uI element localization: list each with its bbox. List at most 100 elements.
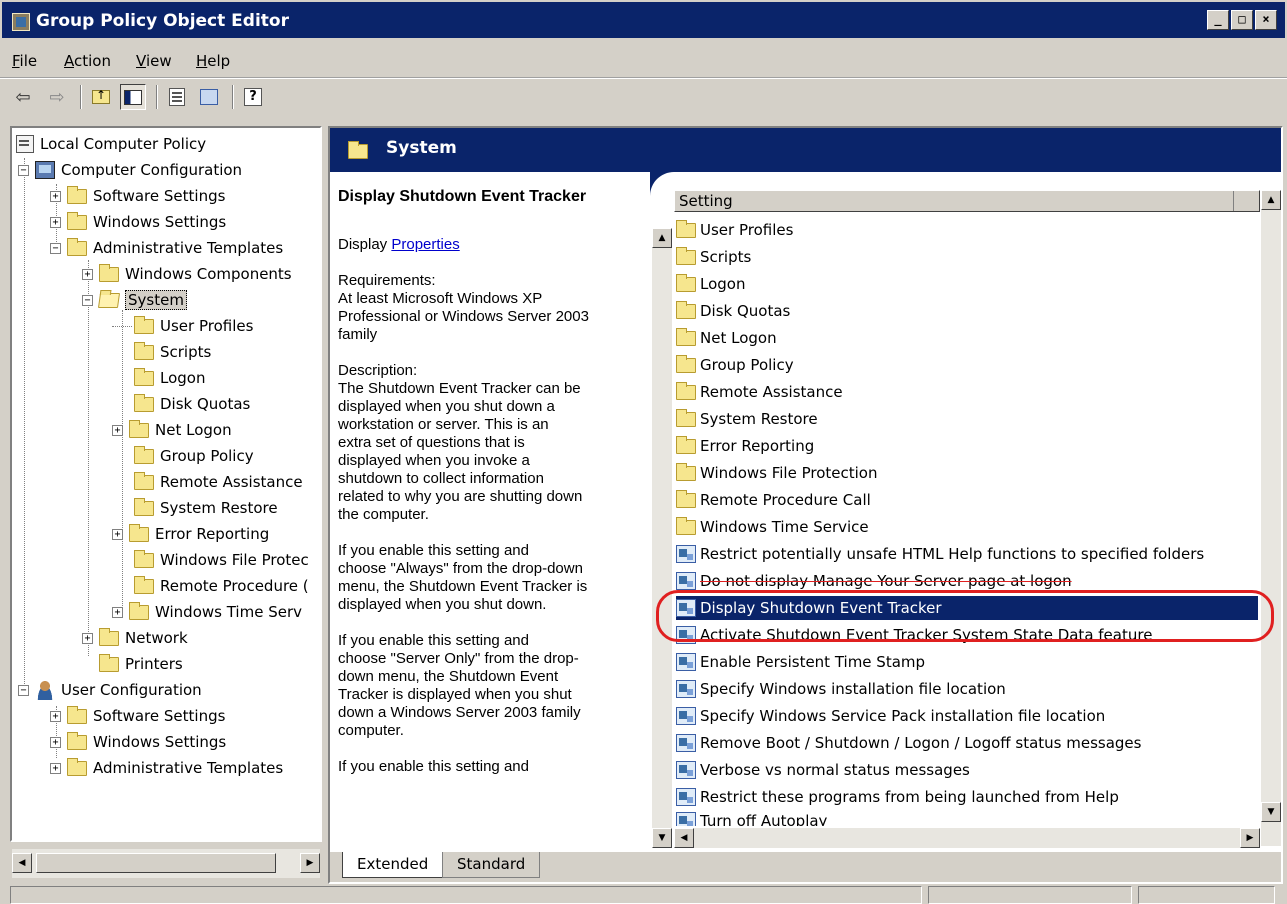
properties-icon[interactable]: [164, 84, 190, 110]
list-folder-item[interactable]: Remote Procedure Call: [676, 488, 871, 512]
list-folder-item[interactable]: Error Reporting: [676, 434, 814, 458]
expand-icon[interactable]: +: [50, 216, 61, 228]
scroll-left-button[interactable]: ◀: [674, 828, 694, 848]
tree-system-child[interactable]: + Error Reporting: [112, 522, 269, 546]
tab-standard[interactable]: Standard: [442, 852, 541, 878]
tree-computer-configuration[interactable]: − Computer Configuration: [18, 158, 242, 182]
tree-system-child[interactable]: Scripts: [116, 340, 211, 364]
expand-icon[interactable]: +: [112, 424, 123, 436]
list-folder-item[interactable]: Remote Assistance: [676, 380, 843, 404]
properties-link[interactable]: Properties: [391, 236, 459, 253]
tree-uc-administrative-templates[interactable]: + Administrative Templates: [50, 756, 283, 780]
list-folder-item[interactable]: System Restore: [676, 407, 818, 431]
expand-icon[interactable]: +: [82, 268, 93, 280]
scroll-right-button[interactable]: ▶: [300, 853, 320, 873]
tree-horizontal-scrollbar[interactable]: ◀ ▶: [12, 848, 320, 878]
tree-system[interactable]: − System: [82, 288, 187, 312]
list-folder-item[interactable]: Windows Time Service: [676, 515, 869, 539]
column-header-setting[interactable]: Setting: [674, 190, 1260, 212]
collapse-icon[interactable]: −: [82, 294, 93, 306]
collapse-icon[interactable]: −: [50, 242, 61, 254]
expand-icon[interactable]: +: [50, 710, 61, 722]
menu-help[interactable]: Help: [196, 52, 230, 70]
tab-extended[interactable]: Extended: [342, 852, 444, 878]
menu-action[interactable]: Action: [64, 52, 111, 70]
tree-network[interactable]: + Network: [82, 626, 188, 650]
tree-system-child[interactable]: Disk Quotas: [116, 392, 250, 416]
list-setting-item[interactable]: Specify Windows Service Pack installatio…: [676, 704, 1105, 728]
list-setting-item[interactable]: Verbose vs normal status messages: [676, 758, 970, 782]
menu-file[interactable]: File: [12, 52, 37, 70]
scroll-right-button[interactable]: ▶: [1240, 828, 1260, 848]
tree-system-child[interactable]: System Restore: [116, 496, 278, 520]
list-vertical-scrollbar[interactable]: ▲ ▼: [1261, 190, 1281, 846]
list-setting-item[interactable]: Enable Persistent Time Stamp: [676, 650, 925, 674]
gpedit-app-icon[interactable]: [12, 13, 30, 31]
tree-uc-windows-settings[interactable]: + Windows Settings: [50, 730, 226, 754]
list-setting-item[interactable]: Remove Boot / Shutdown / Logon / Logoff …: [676, 731, 1141, 755]
list-setting-item[interactable]: Turn off Autoplay: [676, 812, 827, 826]
tree-system-child[interactable]: Windows File Protec: [116, 548, 309, 572]
list-setting-item[interactable]: Do not display Manage Your Server page a…: [676, 569, 1072, 593]
forward-icon[interactable]: ⇨: [44, 84, 70, 110]
tree-system-child[interactable]: User Profiles: [112, 314, 253, 338]
expand-icon[interactable]: +: [112, 528, 123, 540]
tree-system-child[interactable]: Group Policy: [116, 444, 254, 468]
tree-printers[interactable]: Printers: [99, 652, 183, 676]
description-scrollbar[interactable]: ▲ ▼: [652, 228, 672, 848]
collapse-icon[interactable]: −: [18, 164, 29, 176]
expand-icon[interactable]: +: [82, 632, 93, 644]
user-icon: [35, 680, 55, 700]
setting-title: Display Shutdown Event Tracker: [338, 188, 587, 205]
close-button[interactable]: ×: [1255, 10, 1277, 30]
scroll-up-button[interactable]: ▲: [1261, 190, 1281, 210]
tree-system-child[interactable]: Remote Procedure (: [116, 574, 309, 598]
list-setting-item[interactable]: Restrict potentially unsafe HTML Help fu…: [676, 542, 1204, 566]
tree-cc-software-settings[interactable]: + Software Settings: [50, 184, 225, 208]
list-folder-item[interactable]: Logon: [676, 272, 745, 296]
collapse-icon[interactable]: −: [18, 684, 29, 696]
scroll-thumb[interactable]: [36, 853, 276, 873]
up-folder-icon[interactable]: [88, 84, 114, 110]
tree-pane[interactable]: Local Computer Policy − Computer Configu…: [10, 126, 322, 842]
list-setting-item[interactable]: Activate Shutdown Event Tracker System S…: [676, 623, 1152, 647]
tree-uc-software-settings[interactable]: + Software Settings: [50, 704, 225, 728]
title-bar[interactable]: Group Policy Object Editor _ □ ×: [0, 0, 1287, 40]
menu-view[interactable]: View: [136, 52, 172, 70]
scroll-down-button[interactable]: ▼: [652, 828, 672, 848]
tree-system-child[interactable]: + Net Logon: [112, 418, 232, 442]
tree-user-configuration[interactable]: − User Configuration: [18, 678, 202, 702]
expand-icon[interactable]: +: [50, 190, 61, 202]
tree-system-child[interactable]: Remote Assistance: [116, 470, 303, 494]
list-folder-item[interactable]: Group Policy: [676, 353, 794, 377]
tree-windows-components[interactable]: + Windows Components: [82, 262, 292, 286]
tree-cc-administrative-templates[interactable]: − Administrative Templates: [50, 236, 283, 260]
tree-cc-windows-settings[interactable]: + Windows Settings: [50, 210, 226, 234]
export-list-icon[interactable]: [196, 84, 222, 110]
list-folder-item[interactable]: Windows File Protection: [676, 461, 877, 485]
tree-system-child[interactable]: + Windows Time Serv: [112, 600, 302, 624]
list-folder-item[interactable]: User Profiles: [676, 218, 793, 242]
scroll-up-button[interactable]: ▲: [652, 228, 672, 248]
scroll-left-button[interactable]: ◀: [12, 853, 32, 873]
list-setting-item[interactable]: Restrict these programs from being launc…: [676, 785, 1119, 809]
expand-icon[interactable]: +: [50, 736, 61, 748]
expand-icon[interactable]: +: [50, 762, 61, 774]
list-folder-item[interactable]: Disk Quotas: [676, 299, 790, 323]
help-icon[interactable]: ?: [240, 84, 266, 110]
maximize-button[interactable]: □: [1231, 10, 1253, 30]
list-setting-item-selected[interactable]: Display Shutdown Event Tracker: [676, 596, 1258, 620]
tree-system-child[interactable]: Logon: [116, 366, 205, 390]
tree-local-computer-policy[interactable]: Local Computer Policy: [16, 132, 206, 156]
list-setting-item[interactable]: Specify Windows installation file locati…: [676, 677, 1006, 701]
list-folder-item[interactable]: Net Logon: [676, 326, 777, 350]
scroll-down-button[interactable]: ▼: [1261, 802, 1281, 822]
list-folder-item[interactable]: Scripts: [676, 245, 751, 269]
minimize-button[interactable]: _: [1207, 10, 1229, 30]
folder-icon: [67, 757, 87, 776]
settings-list[interactable]: Setting ▲ ▼ User Profiles Scripts Logon …: [674, 190, 1281, 846]
list-horizontal-scrollbar[interactable]: ◀ ▶: [674, 828, 1260, 848]
show-hide-tree-icon[interactable]: [120, 84, 146, 110]
expand-icon[interactable]: +: [112, 606, 123, 618]
back-icon[interactable]: ⇦: [10, 84, 36, 110]
